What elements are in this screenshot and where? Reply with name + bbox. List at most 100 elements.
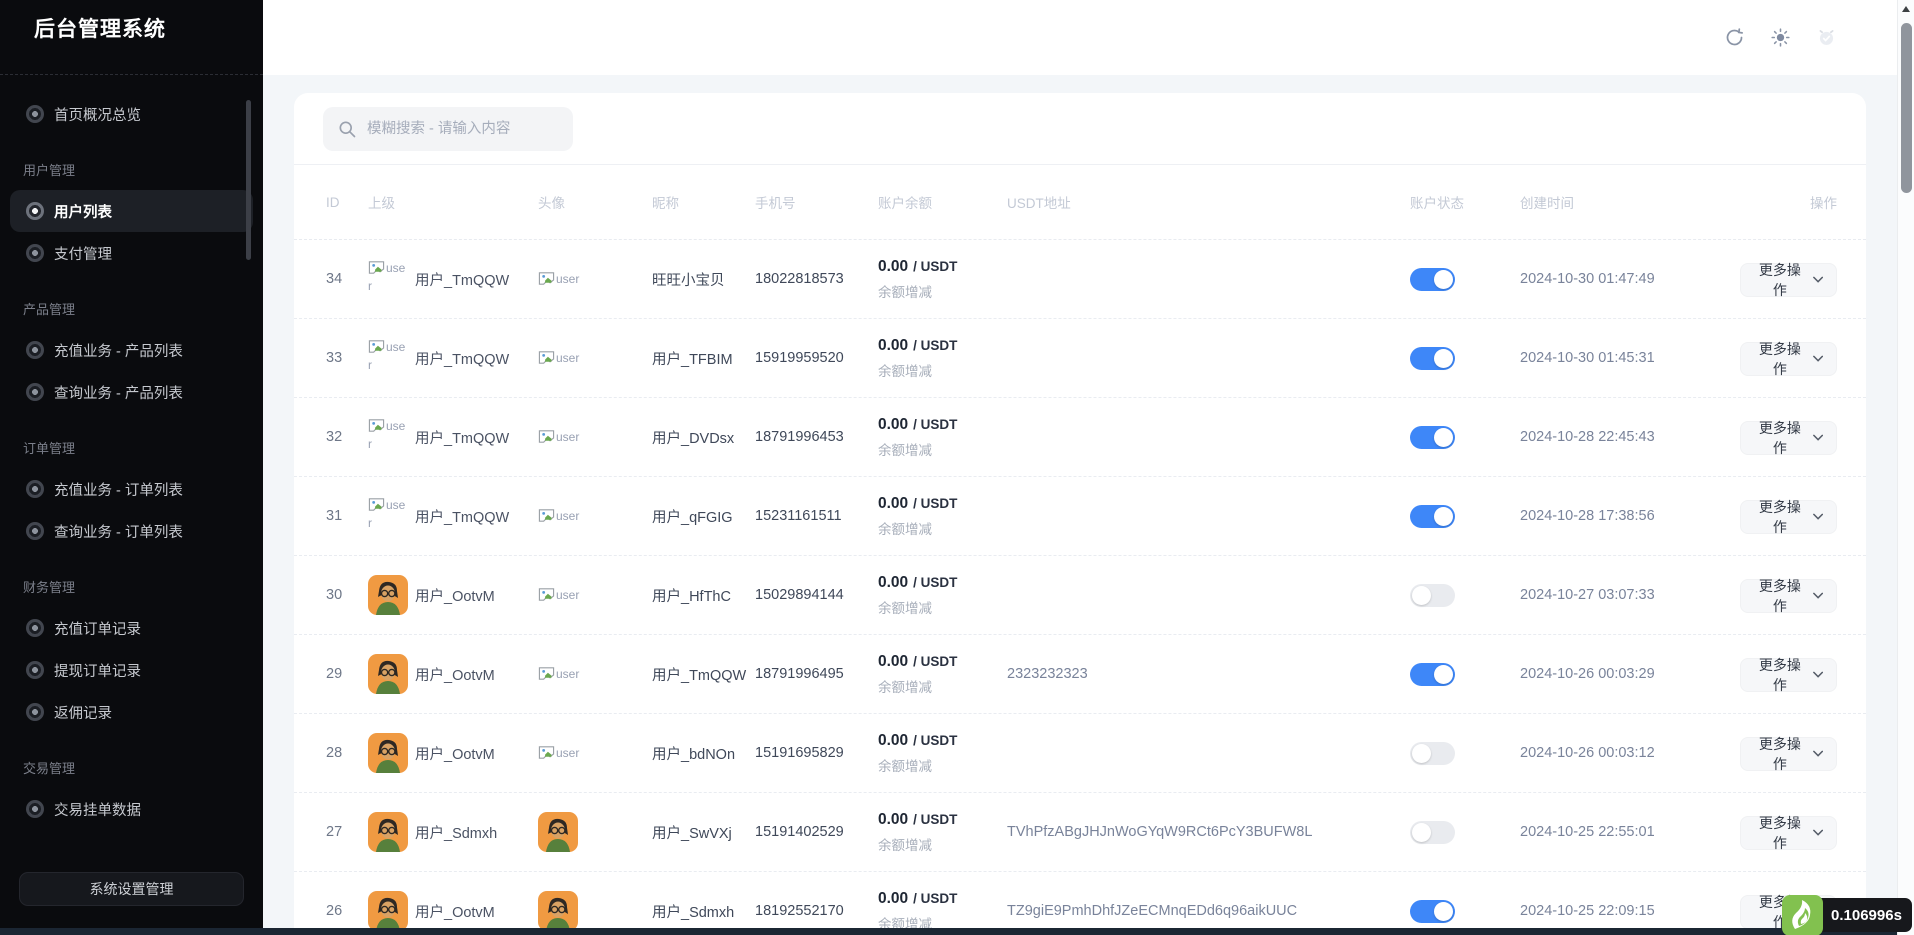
- account-status-toggle[interactable]: [1410, 268, 1455, 291]
- sidebar-item[interactable]: 充值业务 - 产品列表: [10, 329, 253, 371]
- parent-username[interactable]: 用户_TmQQW: [415, 269, 509, 290]
- balance-adjust-link[interactable]: 余额增减: [878, 360, 1007, 380]
- scrollbar-thumb[interactable]: [1901, 23, 1912, 193]
- sidebar-section-label: 财务管理: [0, 565, 263, 607]
- balance-currency: / USDT: [913, 733, 957, 748]
- parent-username[interactable]: 用户_TmQQW: [415, 427, 509, 448]
- user-id: 31: [326, 508, 368, 524]
- sidebar-item[interactable]: 查询业务 - 订单列表: [10, 510, 253, 552]
- broken-image-icon: user: [538, 746, 579, 760]
- chevron-down-icon: [1813, 434, 1823, 441]
- created-at: 2024-10-25 22:55:01: [1520, 824, 1740, 840]
- phone-number: 18791996495: [755, 666, 878, 682]
- parent-username[interactable]: 用户_Sdmxh: [415, 822, 497, 843]
- balance-adjust-link[interactable]: 余额增减: [878, 597, 1007, 617]
- more-actions-button[interactable]: 更多操作: [1740, 816, 1837, 850]
- parent-username[interactable]: 用户_OotvM: [415, 901, 495, 922]
- more-actions-button[interactable]: 更多操作: [1740, 658, 1837, 692]
- sidebar-item[interactable]: 充值订单记录: [10, 607, 253, 649]
- sidebar-item[interactable]: 首页概况总览: [10, 93, 253, 135]
- user-id: 26: [326, 903, 368, 919]
- sidebar-item[interactable]: 用户列表: [10, 190, 253, 232]
- thinkphp-logo-icon: [1782, 895, 1823, 935]
- account-status-toggle[interactable]: [1410, 663, 1455, 686]
- user-id: 32: [326, 429, 368, 445]
- system-settings-button[interactable]: 系统设置管理: [19, 872, 244, 906]
- sidebar-item[interactable]: 支付管理: [10, 232, 253, 274]
- table-row: 29 user 用户_OotvM: [294, 635, 1866, 714]
- sidebar-item-label: 提现订单记录: [54, 660, 141, 681]
- balance-cell: 0.00/ USDT 余额增减: [878, 811, 1007, 854]
- balance-currency: / USDT: [913, 338, 957, 353]
- balance-adjust-link[interactable]: 余额增减: [878, 281, 1007, 301]
- menu-bullet-icon: [26, 800, 44, 818]
- menu-bullet-icon: [26, 244, 44, 262]
- search-row: [294, 93, 1866, 165]
- scrollbar-up-arrow[interactable]: [1902, 6, 1910, 12]
- more-actions-button[interactable]: 更多操作: [1740, 263, 1837, 297]
- account-status-toggle[interactable]: [1410, 584, 1455, 607]
- avatar-cell: user: [538, 665, 652, 683]
- table-row: 27 user 用户_Sdmxh: [294, 793, 1866, 872]
- balance-amount: 0.00: [878, 732, 908, 749]
- parent-avatar: user: [368, 338, 408, 378]
- sidebar-item[interactable]: 提现订单记录: [10, 649, 253, 691]
- theme-toggle-icon[interactable]: [1770, 27, 1791, 48]
- usdt-address: TZ9giE9PmhDhfJZeECMnqEDd6q96aikUUC: [1007, 903, 1410, 919]
- avatar-image: [368, 812, 408, 852]
- broken-image-icon: user: [538, 509, 579, 523]
- check-circle-icon[interactable]: [1816, 27, 1837, 48]
- chevron-down-icon: [1813, 276, 1823, 283]
- search-input[interactable]: [323, 107, 573, 151]
- debug-badge[interactable]: 0.106996s: [1782, 895, 1912, 935]
- sidebar-item[interactable]: 返佣记录: [10, 691, 253, 733]
- more-actions-button[interactable]: 更多操作: [1740, 737, 1837, 771]
- user-list-card: ID上级头像昵称手机号账户余额USDT地址账户状态创建时间操作 34 user: [294, 93, 1866, 935]
- parent-username[interactable]: 用户_OotvM: [415, 664, 495, 685]
- sidebar-scrollbar-thumb[interactable]: [246, 100, 251, 260]
- more-actions-button[interactable]: 更多操作: [1740, 421, 1837, 455]
- account-status-toggle[interactable]: [1410, 505, 1455, 528]
- table-row: 28 user 用户_OotvM: [294, 714, 1866, 793]
- account-status-toggle[interactable]: [1410, 347, 1455, 370]
- more-actions-button[interactable]: 更多操作: [1740, 342, 1837, 376]
- avatar-cell: user: [538, 891, 652, 931]
- user-id: 27: [326, 824, 368, 840]
- toggle-knob: [1434, 428, 1453, 447]
- parent-username[interactable]: 用户_TmQQW: [415, 506, 509, 527]
- parent-avatar: user: [368, 575, 408, 615]
- sidebar-item[interactable]: 充值业务 - 订单列表: [10, 468, 253, 510]
- balance-amount: 0.00: [878, 811, 908, 828]
- account-status-toggle[interactable]: [1410, 900, 1455, 923]
- balance-adjust-link[interactable]: 余额增减: [878, 518, 1007, 538]
- more-actions-label: 更多操作: [1754, 497, 1806, 537]
- status-cell: [1410, 505, 1520, 528]
- bottom-bar: [0, 928, 1914, 935]
- balance-adjust-link[interactable]: 余额增减: [878, 755, 1007, 775]
- parent-username[interactable]: 用户_OotvM: [415, 743, 495, 764]
- sidebar-nav: 首页概况总览用户管理用户列表支付管理产品管理充值业务 - 产品列表查询业务 - …: [0, 93, 263, 830]
- refresh-icon[interactable]: [1724, 27, 1745, 48]
- parent-avatar: user: [368, 654, 408, 694]
- parent-avatar: user: [368, 417, 408, 457]
- balance-adjust-link[interactable]: 余额增减: [878, 676, 1007, 696]
- sidebar-item[interactable]: 交易挂单数据: [10, 788, 253, 830]
- nickname: 用户_Sdmxh: [652, 901, 755, 922]
- more-actions-button[interactable]: 更多操作: [1740, 500, 1837, 534]
- account-status-toggle[interactable]: [1410, 821, 1455, 844]
- parent-avatar: user: [368, 891, 408, 931]
- more-actions-button[interactable]: 更多操作: [1740, 579, 1837, 613]
- broken-image-icon: user: [538, 667, 579, 681]
- parent-avatar: user: [368, 259, 408, 299]
- user-avatar: user: [538, 270, 579, 287]
- parent-username[interactable]: 用户_TmQQW: [415, 348, 509, 369]
- account-status-toggle[interactable]: [1410, 742, 1455, 765]
- sidebar-item[interactable]: 查询业务 - 产品列表: [10, 371, 253, 413]
- window-scrollbar[interactable]: [1897, 0, 1914, 935]
- account-status-toggle[interactable]: [1410, 426, 1455, 449]
- avatar-cell: user: [538, 507, 652, 525]
- balance-adjust-link[interactable]: 余额增减: [878, 439, 1007, 459]
- avatar-image: [538, 812, 652, 852]
- balance-adjust-link[interactable]: 余额增减: [878, 834, 1007, 854]
- parent-username[interactable]: 用户_OotvM: [415, 585, 495, 606]
